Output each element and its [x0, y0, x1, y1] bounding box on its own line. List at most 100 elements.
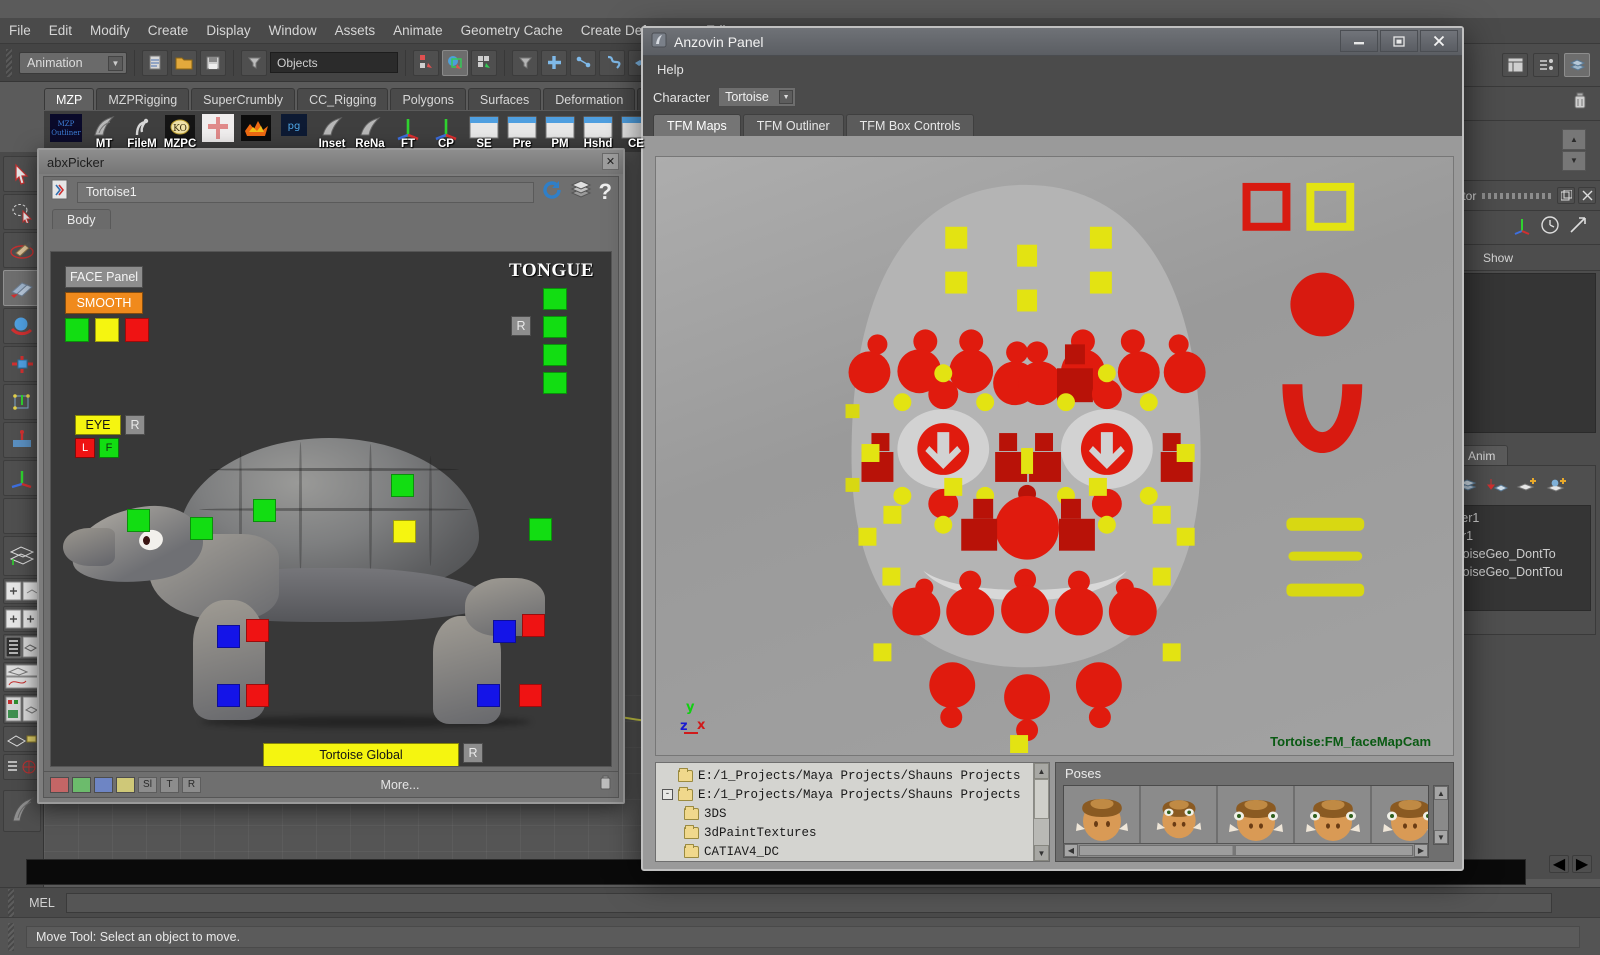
- footer-swatch-yellow[interactable]: [116, 776, 135, 793]
- list-item[interactable]: yer1: [1451, 509, 1590, 527]
- picker-marker-frontfoot-red[interactable]: [246, 684, 269, 707]
- close-icon[interactable]: ✕: [602, 153, 619, 170]
- picker-swatch-yellow[interactable]: [95, 318, 119, 342]
- abxpicker-canvas[interactable]: FACE Panel SMOOTH EYE R L F TONGUE R Tor…: [50, 251, 612, 767]
- snap-mask-icon[interactable]: [512, 49, 538, 76]
- close-icon[interactable]: [1578, 187, 1596, 204]
- scroll-right-button[interactable]: ▶: [1414, 844, 1428, 857]
- save-icon[interactable]: [200, 49, 226, 76]
- tree-row[interactable]: CATIAV4_DC: [662, 842, 1049, 861]
- abxpicker-window[interactable]: abxPicker ✕ Tortoise1 ? Body FACE Panel …: [37, 148, 625, 804]
- tfm-map-viewport[interactable]: y z x Tortoise:FM_faceMapCam: [655, 156, 1454, 756]
- restore-icon[interactable]: [1557, 187, 1575, 204]
- tongue-marker-3[interactable]: [543, 344, 567, 366]
- persp-outliner-icon[interactable]: [2, 634, 41, 660]
- status-grip[interactable]: [8, 922, 14, 951]
- footer-swatch-blue[interactable]: [94, 776, 113, 793]
- picker-swatch-red[interactable]: [125, 318, 149, 342]
- snap-curve-icon[interactable]: [570, 49, 596, 76]
- layer-editor-icon[interactable]: [1564, 53, 1590, 77]
- shelf-button-mzp-outliner[interactable]: MZP Outliner: [48, 113, 84, 151]
- toolbar-grip[interactable]: [6, 48, 12, 77]
- picker-marker-rear-green[interactable]: [529, 518, 552, 541]
- shelf-button-pg[interactable]: pg: [276, 113, 312, 151]
- prev-layer-button[interactable]: ◀: [1549, 855, 1569, 873]
- file-new-icon[interactable]: [142, 49, 168, 76]
- eye-r-button[interactable]: R: [125, 415, 145, 435]
- abxpicker-titlebar[interactable]: abxPicker ✕: [39, 150, 623, 174]
- tortoise-global-button[interactable]: Tortoise Global: [263, 743, 459, 766]
- poses-vertical-scrollbar[interactable]: ▲ ▼: [1433, 785, 1449, 845]
- shelf-button-mzpc[interactable]: KO MZPC: [162, 113, 198, 151]
- select-tool-icon[interactable]: [2, 156, 41, 192]
- footer-toggle-button[interactable]: T: [160, 776, 179, 793]
- tortoise-global-r-button[interactable]: R: [463, 743, 483, 763]
- footer-reset-button[interactable]: R: [182, 776, 201, 793]
- tongue-r-button[interactable]: R: [511, 316, 531, 336]
- menu-geometry-cache[interactable]: Geometry Cache: [452, 21, 572, 40]
- menu-create[interactable]: Create: [139, 21, 198, 40]
- tongue-marker-4[interactable]: [543, 372, 567, 394]
- collapse-icon[interactable]: -: [662, 789, 673, 800]
- menu-file[interactable]: File: [0, 21, 40, 40]
- scroll-up-button[interactable]: ▲: [1434, 786, 1448, 800]
- tree-row[interactable]: 3DS: [662, 804, 1049, 823]
- shelf-button-filem[interactable]: FileM: [124, 113, 160, 151]
- tongue-marker-2[interactable]: [543, 316, 567, 338]
- picker-marker-frontleg-red[interactable]: [246, 619, 269, 642]
- list-item[interactable]: er1: [1451, 527, 1590, 545]
- tab-tfm-outliner[interactable]: TFM Outliner: [742, 114, 844, 136]
- footer-swatch-red[interactable]: [50, 776, 69, 793]
- scale-tool-icon[interactable]: [2, 346, 41, 382]
- list-item[interactable]: [1141, 786, 1216, 844]
- tab-tfm-maps[interactable]: TFM Maps: [653, 114, 741, 136]
- eye-button[interactable]: EYE: [75, 415, 121, 435]
- picker-marker-neck-green[interactable]: [190, 517, 213, 540]
- single-view-icon[interactable]: [2, 536, 41, 576]
- clock-icon[interactable]: [1540, 215, 1560, 240]
- shelf-button-pm[interactable]: PM: [542, 113, 578, 151]
- tab-tfm-box-controls[interactable]: TFM Box Controls: [845, 114, 975, 136]
- picker-marker-rearleg-red[interactable]: [522, 614, 545, 637]
- anzovin-panel-window[interactable]: Anzovin Panel Help Character Tortoise ▼: [641, 26, 1464, 871]
- picker-marker-frontfoot-blue[interactable]: [217, 684, 240, 707]
- eye-f-button[interactable]: F: [99, 438, 119, 458]
- mel-grip[interactable]: [8, 888, 14, 917]
- hypershade-persp-icon[interactable]: [2, 694, 41, 724]
- selection-mask-filter-icon[interactable]: [241, 49, 267, 76]
- render-view-icon[interactable]: [2, 726, 41, 752]
- folder-open-icon[interactable]: [171, 49, 197, 76]
- mel-input[interactable]: [66, 892, 1552, 913]
- shelf-tab-cc-rigging[interactable]: CC_Rigging: [297, 88, 389, 110]
- arrow-icon[interactable]: [1568, 215, 1588, 240]
- picker-marker-shell-green[interactable]: [391, 474, 414, 497]
- shelf-button-ft[interactable]: FT: [390, 113, 426, 151]
- shelf-tab-mzprigging[interactable]: MZPRigging: [96, 88, 190, 110]
- picker-marker-rearleg-blue[interactable]: [493, 620, 516, 643]
- picker-marker-rearfoot-blue[interactable]: [477, 684, 500, 707]
- project-file-tree[interactable]: E:/1_Projects/Maya Projects/Shauns Proje…: [655, 762, 1050, 862]
- character-icon[interactable]: [50, 179, 70, 205]
- shelf-button-inset[interactable]: Inset: [314, 113, 350, 151]
- attribute-editor-icon[interactable]: [1533, 53, 1559, 77]
- list-item[interactable]: [1295, 786, 1370, 844]
- shelf-button-cross-rig[interactable]: [200, 113, 236, 151]
- picker-marker-head-green[interactable]: [127, 509, 150, 532]
- menu-edit[interactable]: Edit: [40, 21, 81, 40]
- shelf-tab-supercrumbly[interactable]: SuperCrumbly: [191, 88, 296, 110]
- channel-list[interactable]: [1445, 273, 1596, 433]
- select-by-object-icon[interactable]: [442, 49, 468, 76]
- anzovin-titlebar[interactable]: Anzovin Panel: [643, 28, 1462, 56]
- soft-mod-icon[interactable]: [2, 422, 41, 458]
- rotate-tool-icon[interactable]: [2, 308, 41, 344]
- trash-icon[interactable]: [599, 775, 612, 795]
- abxpicker-path-input[interactable]: Tortoise1: [77, 181, 534, 203]
- list-item[interactable]: [1372, 786, 1428, 844]
- tree-row[interactable]: E:/1_Projects/Maya Projects/Shauns Proje…: [662, 766, 1049, 785]
- list-item[interactable]: rtoiseGeo_DontTou: [1451, 563, 1590, 581]
- two-view-icon[interactable]: [2, 606, 41, 632]
- close-icon[interactable]: [1420, 30, 1458, 52]
- tree-row[interactable]: - E:/1_Projects/Maya Projects/Shauns Pro…: [662, 785, 1049, 804]
- axis-icon[interactable]: [1512, 215, 1532, 240]
- help-icon[interactable]: ?: [599, 181, 612, 203]
